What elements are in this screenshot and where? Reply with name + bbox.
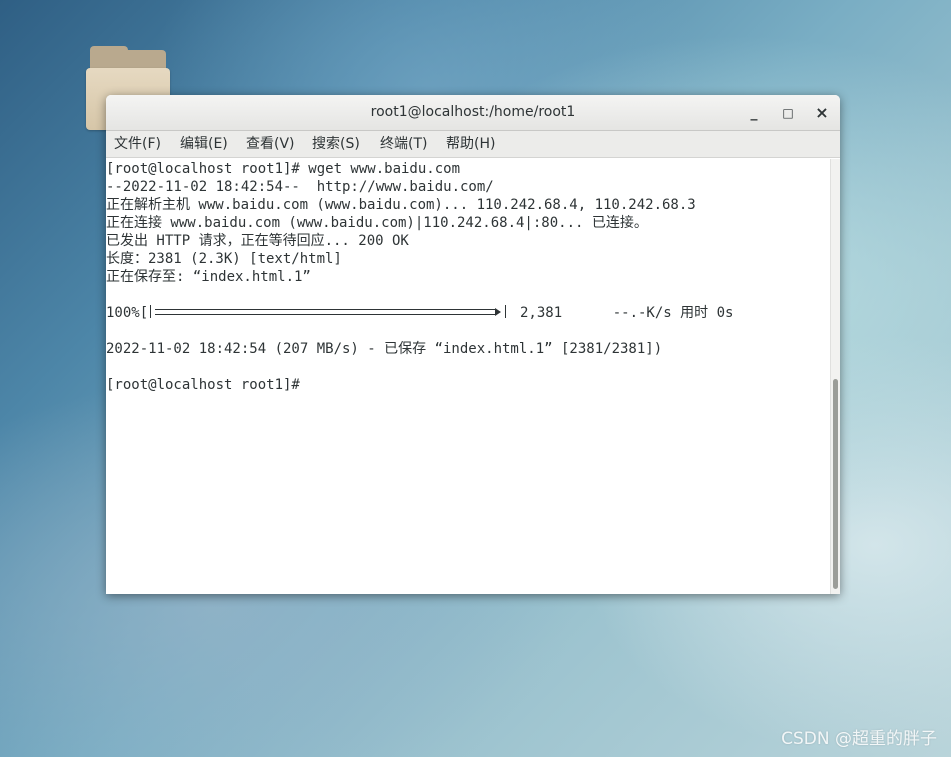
progress-bar [150, 305, 506, 318]
scrollbar[interactable] [830, 159, 840, 594]
menu-search[interactable]: 搜索(S) [312, 131, 360, 158]
progress-bar-fill [155, 309, 495, 315]
terminal-line: 正在连接 www.baidu.com (www.baidu.com)|110.2… [106, 215, 648, 231]
terminal-window: root1@localhost:/home/root1 _ □ × 文件(F) … [106, 95, 840, 594]
menu-edit[interactable]: 编辑(E) [180, 131, 228, 158]
menu-file[interactable]: 文件(F) [114, 131, 161, 158]
scrollbar-thumb[interactable] [833, 379, 838, 589]
menu-help[interactable]: 帮助(H) [446, 131, 495, 158]
terminal-line: 正在解析主机 www.baidu.com (www.baidu.com)... … [106, 197, 696, 213]
menu-terminal[interactable]: 终端(T) [380, 131, 427, 158]
maximize-button[interactable]: □ [777, 102, 799, 124]
progress-stats: 2,381 --.-K/s 用时 0s [520, 305, 734, 321]
close-button[interactable]: × [811, 102, 833, 124]
menu-view[interactable]: 查看(V) [246, 131, 295, 158]
download-progress: 100%[ 2,381 --.-K/s 用时 0s [106, 304, 806, 322]
terminal-line: [root@localhost root1]# wget www.baidu.c… [106, 161, 461, 177]
window-title: root1@localhost:/home/root1 [370, 104, 576, 120]
terminal-line: 长度：2381 (2.3K) [text/html] [106, 251, 342, 267]
progress-arrow-icon [495, 308, 501, 316]
watermark: CSDN @超重的胖子 [781, 729, 937, 749]
terminal-output[interactable]: [root@localhost root1]# wget www.baidu.c… [106, 159, 830, 594]
terminal-line: --2022-11-02 18:42:54-- http://www.baidu… [106, 179, 494, 195]
progress-percent: 100%[ [106, 305, 149, 321]
menu-bar: 文件(F) 编辑(E) 查看(V) 搜索(S) 终端(T) 帮助(H) [106, 131, 840, 158]
terminal-prompt: [root@localhost root1]# [106, 377, 300, 393]
terminal-line: 已发出 HTTP 请求，正在等待回应... 200 OK [106, 233, 409, 249]
terminal-line: 2022-11-02 18:42:54 (207 MB/s) - 已保存 “in… [106, 341, 663, 357]
terminal-line: 正在保存至: “index.html.1” [106, 269, 311, 285]
title-bar[interactable]: root1@localhost:/home/root1 _ □ × [106, 95, 840, 131]
minimize-button[interactable]: _ [743, 102, 765, 124]
